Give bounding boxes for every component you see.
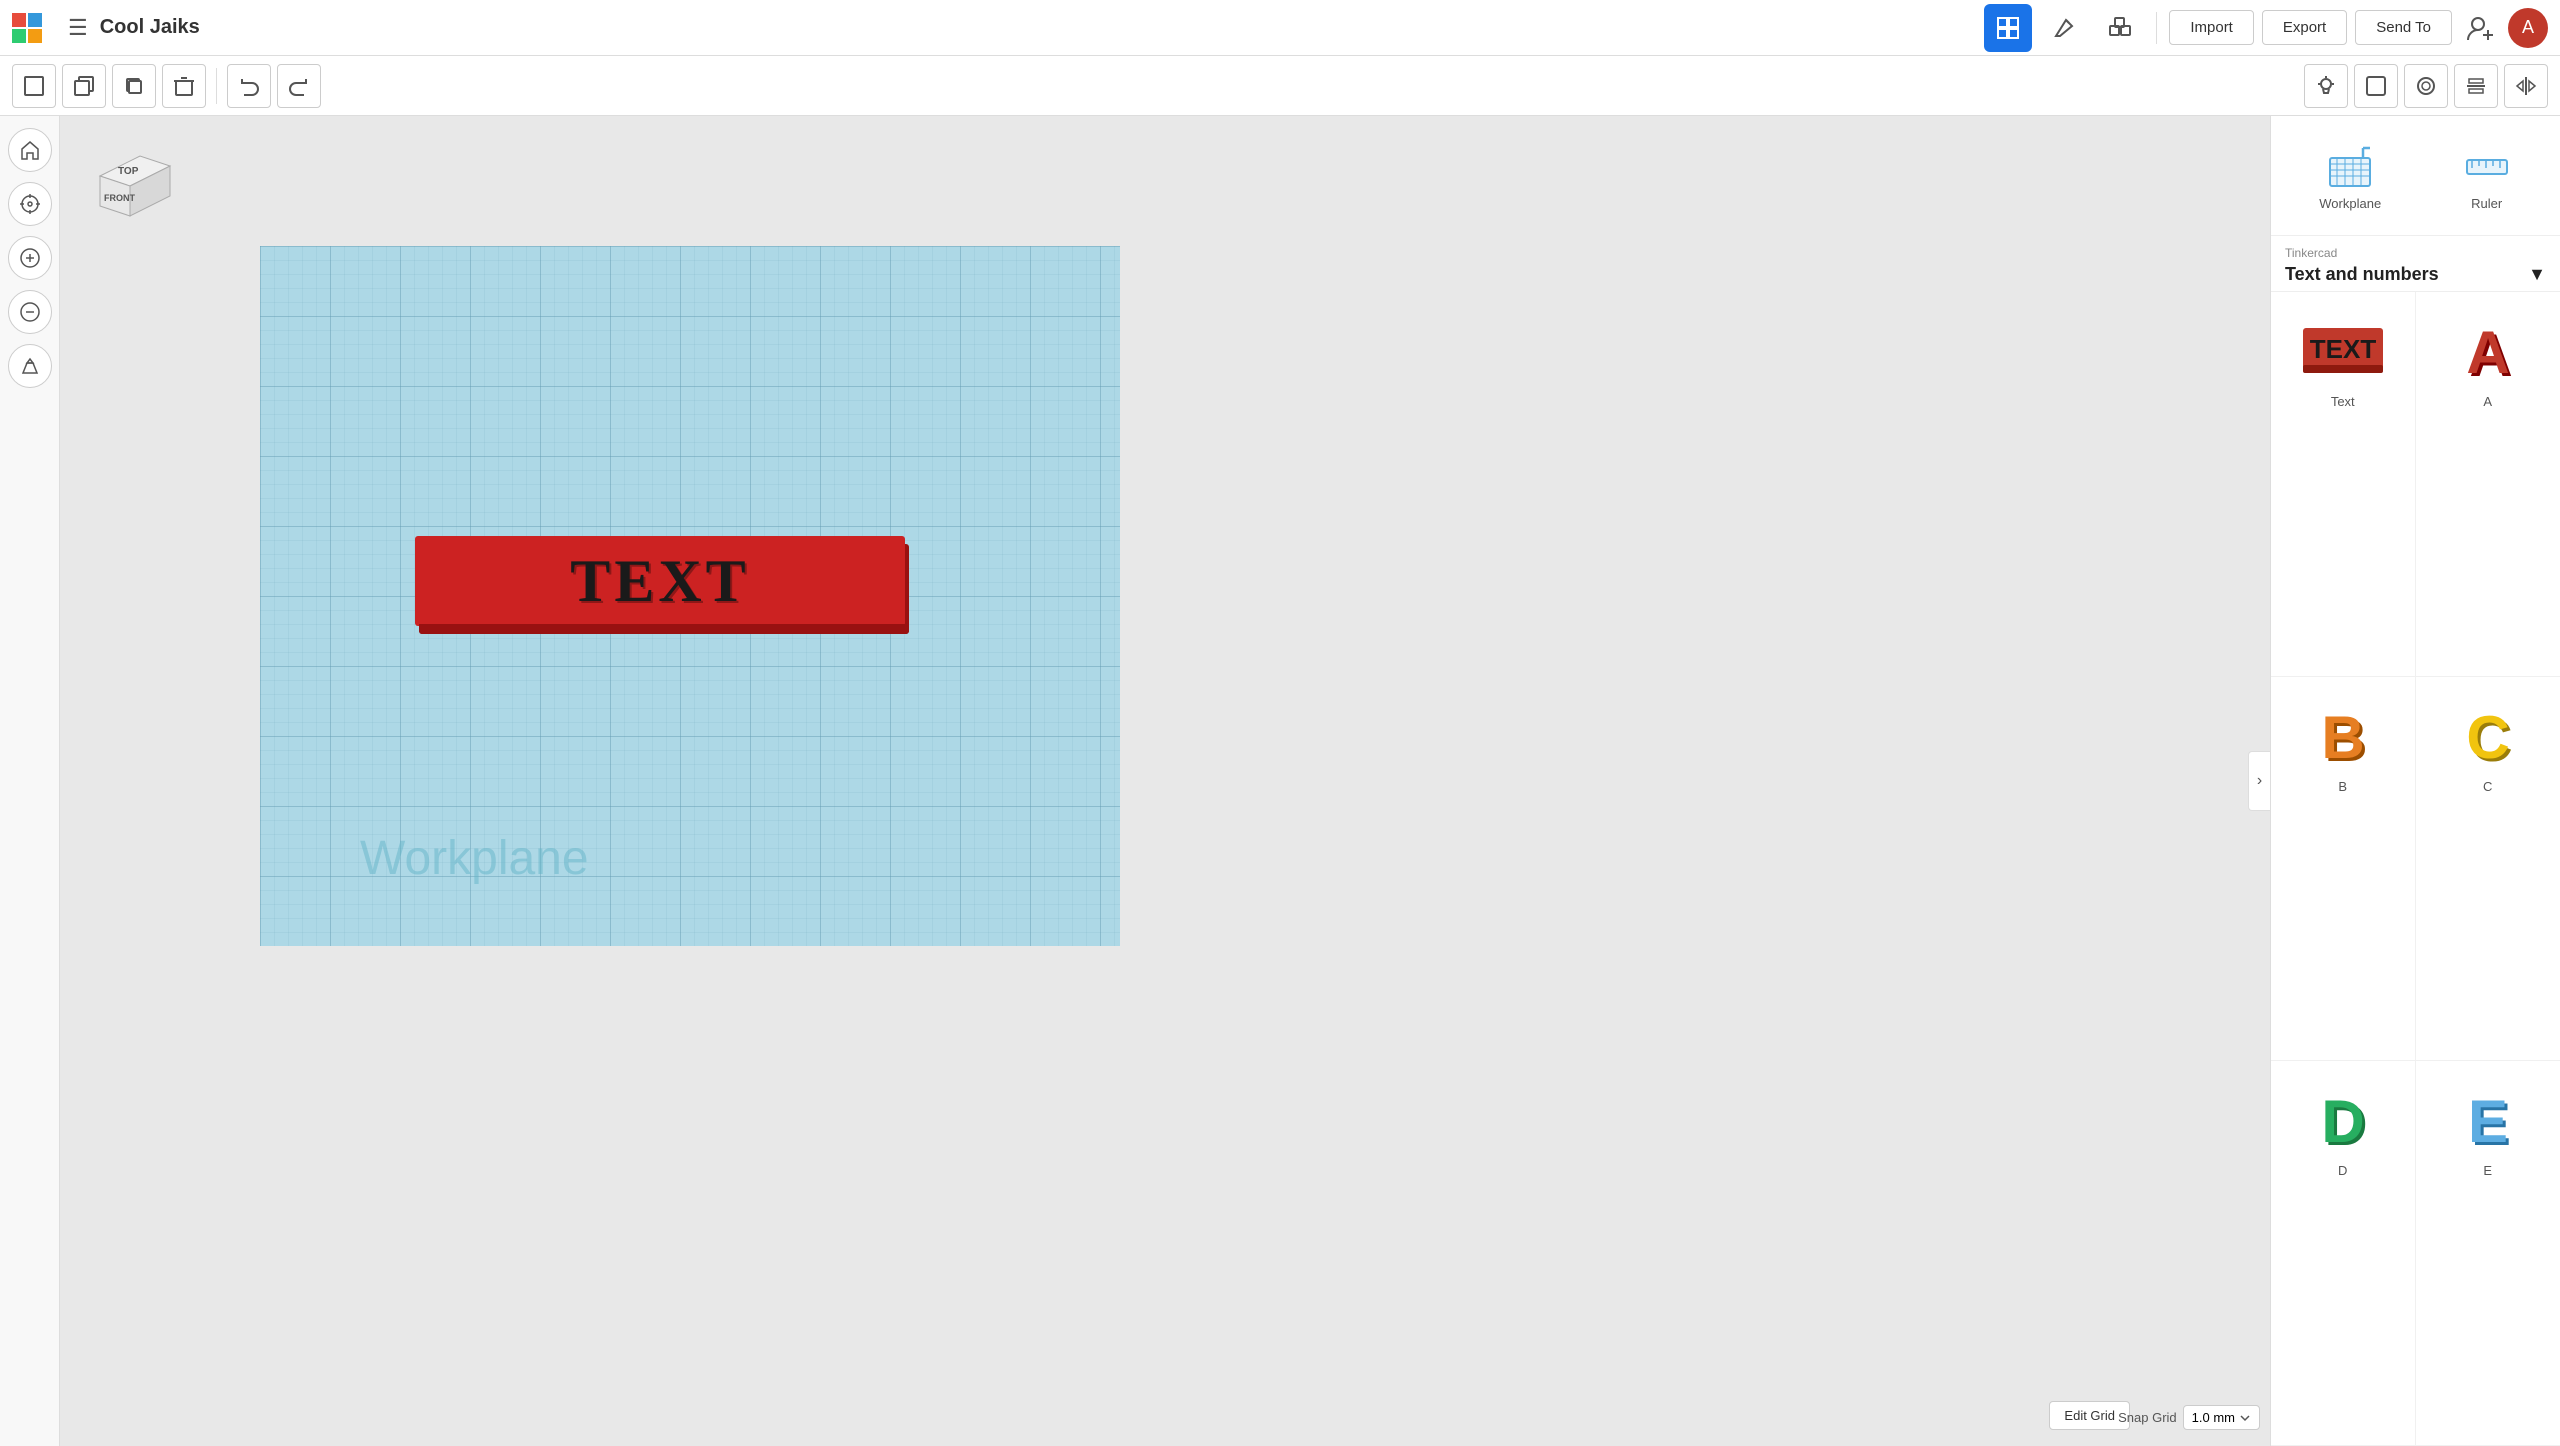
tinkercad-logo (12, 13, 52, 43)
logo-k (28, 29, 42, 43)
snap-grid-value[interactable]: 1.0 mm (2183, 1405, 2260, 1430)
undo-btn[interactable] (227, 64, 271, 108)
workplane-icon (2325, 140, 2375, 190)
top-bar-right: Import Export Send To A (1984, 4, 2548, 52)
ruler-tool[interactable]: Ruler (2450, 132, 2524, 219)
svg-text:A: A (2466, 319, 2509, 383)
new-shape-btn[interactable] (12, 64, 56, 108)
redo-btn[interactable] (277, 64, 321, 108)
snap-grid-label: Snap Grid (2118, 1410, 2177, 1425)
text-box-side (419, 624, 909, 634)
ruler-label: Ruler (2471, 196, 2502, 211)
toolbar (0, 56, 2560, 116)
logo-i (28, 13, 42, 27)
delete-btn[interactable] (162, 64, 206, 108)
svg-text:TOP: TOP (118, 166, 139, 177)
circle-btn[interactable] (2404, 64, 2448, 108)
shapes-header: Tinkercad Text and numbers ▼ (2271, 236, 2560, 292)
ruler-icon (2462, 140, 2512, 190)
shape-btn[interactable] (2354, 64, 2398, 108)
shape-preview-c: C (2443, 693, 2533, 773)
shape-item-d[interactable]: D D (2271, 1061, 2416, 1446)
user-add-btn[interactable] (2460, 8, 2500, 48)
toolbar-right (2304, 64, 2548, 108)
shape-item-c[interactable]: C C (2416, 677, 2560, 1062)
duplicate-btn[interactable] (112, 64, 156, 108)
toolbar-separator (216, 68, 217, 104)
zoom-in-btn[interactable] (8, 236, 52, 280)
align-btn[interactable] (2454, 64, 2498, 108)
svg-text:C: C (2466, 704, 2509, 768)
snap-grid-row: Snap Grid 1.0 mm (2118, 1405, 2270, 1430)
shapes-grid: TEXT Text A A B (2271, 292, 2560, 1446)
shape-item-a[interactable]: A A (2416, 292, 2560, 677)
grid-view-btn[interactable] (1984, 4, 2032, 52)
shape-name-b: B (2338, 779, 2347, 794)
shape-preview-a: A (2443, 308, 2533, 388)
shape-preview-e: E (2443, 1077, 2533, 1157)
svg-text:E: E (2468, 1088, 2508, 1152)
shapes-title: Text and numbers (2285, 264, 2439, 285)
shape-name-d: D (2338, 1163, 2347, 1178)
send-to-btn[interactable]: Send To (2355, 10, 2452, 45)
perspective-btn[interactable] (8, 344, 52, 388)
shape-name-c: C (2483, 779, 2492, 794)
shape-preview-d: D (2298, 1077, 2388, 1157)
shape-preview-text: TEXT (2298, 308, 2388, 388)
blocks-view-btn[interactable] (2096, 4, 2144, 52)
right-panel: Workplane Ruler Tinkercad (2270, 116, 2560, 1446)
mirror-btn[interactable] (2504, 64, 2548, 108)
logo-grid (12, 13, 42, 43)
hamburger-icon[interactable]: ☰ (68, 15, 88, 41)
logo-t (12, 13, 26, 27)
text-3d-object[interactable]: TEXT (415, 536, 905, 656)
shapes-dropdown[interactable]: Text and numbers ▼ (2285, 264, 2546, 285)
project-title[interactable]: Cool Jaiks (100, 16, 200, 39)
import-btn[interactable]: Import (2169, 10, 2254, 45)
logo-n (12, 29, 26, 43)
zoom-out-btn[interactable] (8, 290, 52, 334)
nav-divider (2156, 12, 2157, 44)
shape-preview-b: B (2298, 693, 2388, 773)
main-layout: TOP FRONT (0, 116, 2560, 1446)
light-btn[interactable] (2304, 64, 2348, 108)
home-view-btn[interactable] (8, 128, 52, 172)
left-panel (0, 116, 60, 1446)
user-avatar[interactable]: A (2508, 8, 2548, 48)
workplane-grid: Workplane TEXT (260, 246, 1120, 946)
shape-name-e: E (2483, 1163, 2492, 1178)
right-panel-tools: Workplane Ruler (2271, 116, 2560, 236)
fit-view-btn[interactable] (8, 182, 52, 226)
view-cube[interactable]: TOP FRONT (80, 136, 170, 226)
viewport[interactable]: TOP FRONT (60, 116, 2270, 1446)
collapse-right-panel-btn[interactable]: › (2248, 751, 2270, 811)
text-box: TEXT (415, 536, 905, 626)
svg-text:B: B (2321, 704, 2364, 768)
top-bar: ☰ Cool Jaiks Import Export (0, 0, 2560, 56)
build-view-btn[interactable] (2040, 4, 2088, 52)
workplane-container: Workplane TEXT (260, 246, 1120, 946)
svg-text:D: D (2321, 1088, 2364, 1152)
shape-name-text: Text (2331, 394, 2355, 409)
shapes-category: Tinkercad (2285, 246, 2546, 260)
workplane-label: Workplane (2319, 196, 2381, 211)
shape-item-e[interactable]: E E (2416, 1061, 2560, 1446)
copy-btn[interactable] (62, 64, 106, 108)
shape-name-a: A (2483, 394, 2492, 409)
svg-text:TEXT: TEXT (2310, 334, 2377, 364)
svg-text:FRONT: FRONT (104, 193, 135, 203)
workplane-tool[interactable]: Workplane (2307, 132, 2393, 219)
shape-item-b[interactable]: B B (2271, 677, 2416, 1062)
export-btn[interactable]: Export (2262, 10, 2347, 45)
dropdown-arrow: ▼ (2528, 264, 2546, 285)
text-object-label: TEXT (570, 547, 749, 616)
shape-item-text[interactable]: TEXT Text (2271, 292, 2416, 677)
